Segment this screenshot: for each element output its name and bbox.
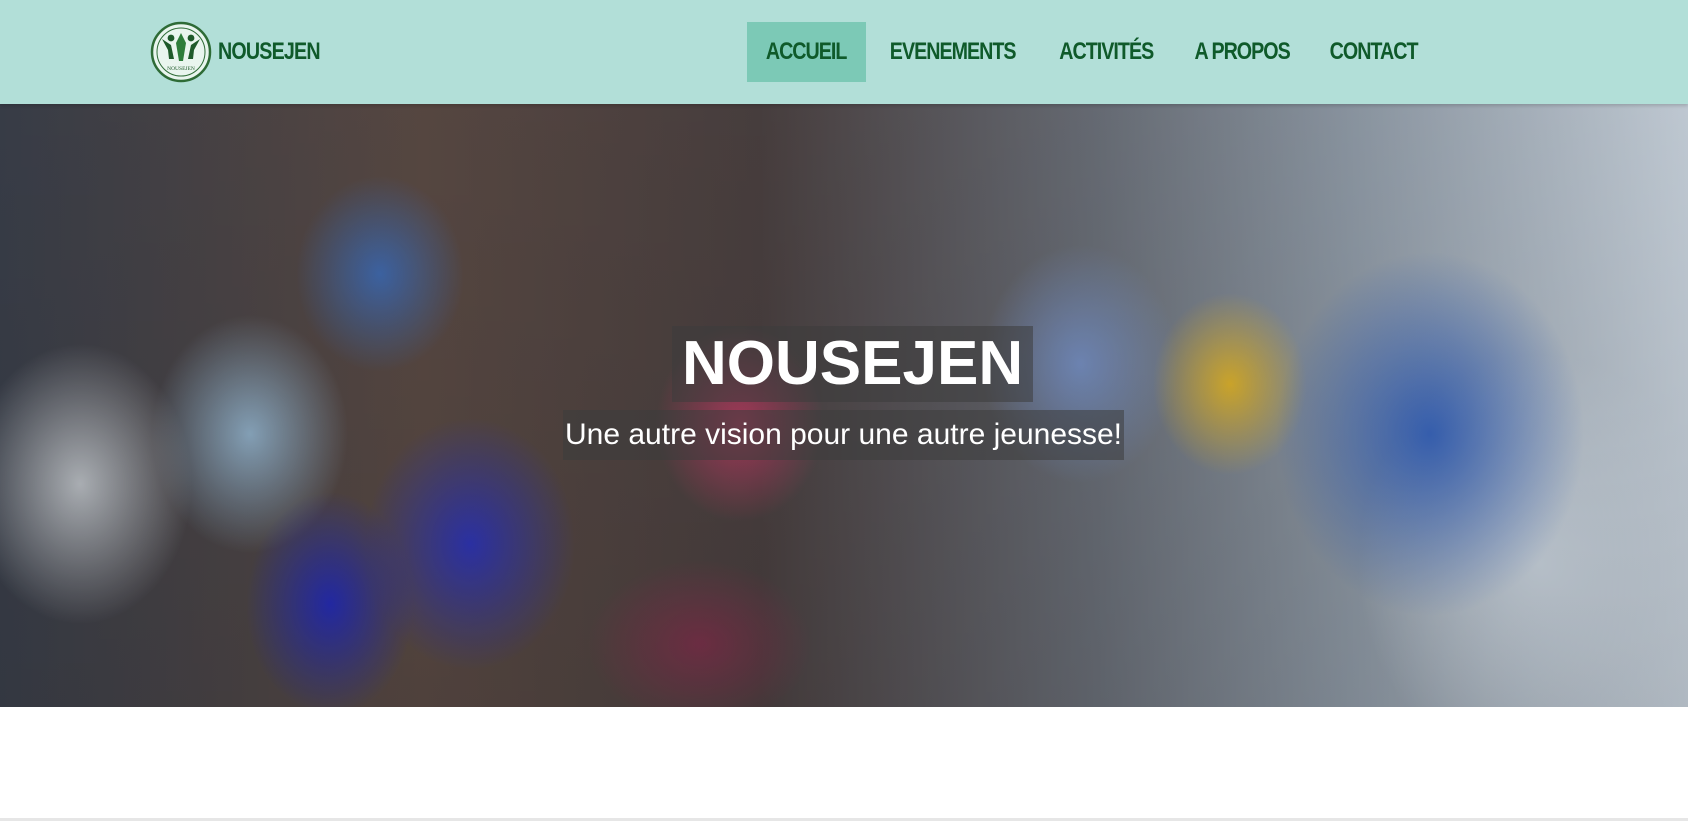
main-nav: ACCUEIL EVENEMENTS ACTIVITÉS A PROPOS CO… <box>747 22 1437 82</box>
nav-item-label: ACTIVITÉS <box>1059 38 1154 65</box>
nav-item-label: A PROPOS <box>1194 38 1290 65</box>
nav-item-label: ACCUEIL <box>766 38 848 65</box>
nav-item-activites[interactable]: ACTIVITÉS <box>1039 22 1174 82</box>
nav-item-contact[interactable]: CONTACT <box>1310 22 1437 82</box>
nav-item-evenements[interactable]: EVENEMENTS <box>866 22 1039 82</box>
hero-subtitle: Une autre vision pour une autre jeunesse… <box>563 410 1125 460</box>
hero-title: NOUSEJEN <box>672 326 1034 402</box>
nav-item-label: EVENEMENTS <box>889 38 1017 65</box>
hero-banner: NOUSEJEN Une autre vision pour une autre… <box>0 104 1688 707</box>
nav-item-a-propos[interactable]: A PROPOS <box>1174 22 1310 82</box>
logo-text: NOUSEJEN <box>167 66 195 72</box>
nav-item-label: CONTACT <box>1329 38 1419 65</box>
page-content <box>0 707 1688 818</box>
nav-item-accueil[interactable]: ACCUEIL <box>747 22 866 82</box>
brand-link[interactable]: NOUSEJEN NOUSEJEN <box>150 20 342 84</box>
divider <box>0 818 1688 821</box>
hero-image-overlay <box>0 104 1688 707</box>
brand-name: NOUSEJEN <box>218 38 321 65</box>
navbar: NOUSEJEN NOUSEJEN ACCUEIL EVENEMENTS ACT… <box>0 0 1688 104</box>
nousejen-logo-icon: NOUSEJEN <box>150 21 212 83</box>
